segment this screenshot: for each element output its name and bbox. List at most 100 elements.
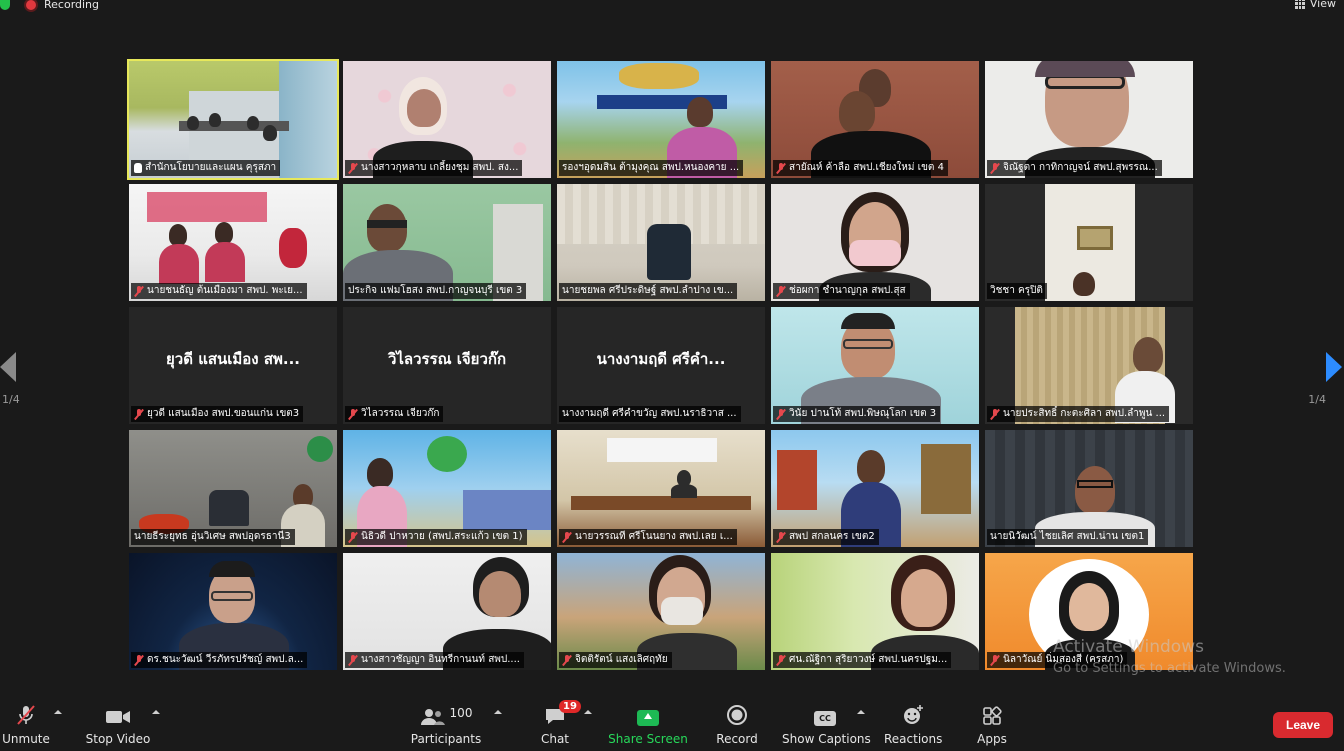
share-screen-button[interactable]: Share Screen (608, 696, 688, 751)
record-icon (727, 705, 747, 725)
microphone-muted-icon (990, 654, 1000, 666)
video-options-chevron-icon[interactable] (152, 710, 160, 714)
participant-nameplate: จิตติรัตน์ แสงเลิศฤทัย (559, 652, 672, 668)
participant-tile[interactable]: นายวรรณที ศรีโนนยาง สพป.เลย เ... (557, 430, 765, 547)
participant-nameplate: สำนักนโยบายและแผน คุรุสภา (131, 160, 281, 176)
participant-tile[interactable]: วินัย ปานโท้ สพป.พิษณุโลก เขต 3 (771, 307, 979, 424)
stop-video-button[interactable]: Stop Video (80, 696, 156, 751)
captions-options-chevron-icon[interactable] (857, 710, 865, 714)
reactions-button[interactable]: Reactions (884, 696, 942, 751)
participant-tile[interactable]: นายประสิทธิ์ กะตะศิลา สพป.ลำพูน ... (985, 307, 1193, 424)
participant-nameplate: วิชชา ครุปิติ (987, 283, 1047, 299)
show-captions-button[interactable]: CC Show Captions (782, 696, 871, 751)
chat-unread-badge: 19 (559, 700, 581, 713)
participant-tile[interactable]: ศน.ณัฐิกา สุริยาวงษ์ สพป.นครปฐม... (771, 553, 979, 670)
page-indicator-left: 1/4 (2, 393, 20, 406)
recording-label: Recording (44, 0, 100, 11)
participant-nameplate: นางสาวกุหลาบ เกลี้ยงชุม สพป. สง... (345, 160, 523, 176)
participant-tile[interactable]: วิชชา ครุปิติ (985, 184, 1193, 301)
participant-tile[interactable]: ช่อผกา ชำนาญกุล สพป.สุส (771, 184, 979, 301)
participant-tile[interactable]: นายนิวัฒน์ ไชยเลิศ สพป.น่าน เขต1 (985, 430, 1193, 547)
participant-nameplate: นายประสิทธิ์ กะตะศิลา สพป.ลำพูน ... (987, 406, 1170, 422)
security-shield-icon[interactable] (0, 0, 10, 10)
microphone-muted-icon (562, 654, 572, 666)
participant-nameplate: ประกิจ แฟมโฮสง สพป.กาญจนบุรี เขต 3 (345, 283, 527, 299)
participant-display-name: ยุวดี แสนเมือง สพ... (166, 350, 300, 368)
participant-tile[interactable]: ดร.ชนะวัฒน์ วีรภัทรปรัชญ์ สพป.ล... (129, 553, 337, 670)
participant-nameplate: ยุวดี แสนเมือง สพป.ขอนแก่น เขต3 (131, 406, 304, 422)
view-label: View (1309, 0, 1336, 10)
microphone-muted-icon (134, 654, 144, 666)
record-button[interactable]: Record (712, 696, 762, 751)
previous-page-arrow-icon[interactable] (0, 352, 16, 382)
participant-nameplate: นายวรรณที ศรีโนนยาง สพป.เลย เ... (559, 529, 737, 545)
participant-nameplate: ศน.ณัฐิกา สุริยาวงษ์ สพป.นครปฐม... (773, 652, 952, 668)
apps-button[interactable]: Apps (970, 696, 1014, 751)
microphone-muted-icon (348, 654, 358, 666)
participant-tile[interactable]: สายัณห์ ค้าลือ สพป.เชียงใหม่ เขต 4 (771, 61, 979, 178)
recording-indicator-icon (26, 0, 36, 10)
participant-nameplate: วิไลวรรณ เจียวก๊ก (345, 406, 444, 422)
meeting-controls-toolbar: Unmute Stop Video 100 Participants 19 Ch… (0, 696, 1344, 751)
activate-windows-watermark: Activate Windows (1053, 637, 1204, 657)
chat-button[interactable]: 19 Chat (530, 696, 581, 751)
view-button[interactable]: View (1294, 0, 1336, 10)
closed-captions-icon: CC (814, 711, 836, 726)
participant-nameplate: วินัย ปานโท้ สพป.พิษณุโลก เขต 3 (773, 406, 941, 422)
participant-tile[interactable]: นิธิวดี ปาหวาย (สพป.สระแก้ว เขต 1) (343, 430, 551, 547)
microphone-muted-icon (348, 408, 358, 420)
microphone-muted-icon (348, 162, 358, 174)
microphone-muted-icon (990, 408, 1000, 420)
participant-tile[interactable]: นางสาวชัญญา อินทรีกานนท์ สพป.... (343, 553, 551, 670)
participant-nameplate: สพป สกลนคร เขต2 (773, 529, 879, 545)
participants-button[interactable]: 100 Participants (408, 696, 484, 751)
smiley-plus-icon (904, 705, 923, 724)
participant-tile[interactable]: สพป สกลนคร เขต2 (771, 430, 979, 547)
participant-nameplate: นายชยพล ศรีประดิษฐ์ สพป.ลำปาง เข... (559, 283, 738, 299)
raise-hand-icon (134, 163, 142, 173)
participant-nameplate: นายชนธัญ ต้นเมืองมา สพป. พะเย... (131, 283, 307, 299)
participant-nameplate: นายธีระยุทธ อุ่นวิเศษ สพปอุดรธานี3 (131, 529, 295, 545)
participant-nameplate: สายัณห์ ค้าลือ สพป.เชียงใหม่ เขต 4 (773, 160, 948, 176)
microphone-muted-icon (134, 408, 144, 420)
microphone-muted-icon (134, 285, 144, 297)
participant-tile[interactable]: นายชนธัญ ต้นเมืองมา สพป. พะเย... (129, 184, 337, 301)
participant-tile[interactable]: จิตติรัตน์ แสงเลิศฤทัย (557, 553, 765, 670)
leave-meeting-button[interactable]: Leave (1273, 712, 1333, 738)
participant-tile[interactable]: รองฯอุดมสิน ต้ามุงคุณ สพป.หนองคาย ... (557, 61, 765, 178)
participant-nameplate: นิธิวดี ปาหวาย (สพป.สระแก้ว เขต 1) (345, 529, 527, 545)
apps-icon (983, 706, 1002, 725)
next-page-arrow-icon[interactable] (1326, 352, 1342, 382)
participant-tile[interactable]: สำนักนโยบายและแผน คุรุสภา (127, 59, 339, 180)
participant-tile[interactable]: นายธีระยุทธ อุ่นวิเศษ สพปอุดรธานี3 (129, 430, 337, 547)
microphone-muted-icon (776, 654, 786, 666)
participant-nameplate: จิณัฐตา กาทิกาญจน์ สพป.สุพรรณ... (987, 160, 1162, 176)
participant-tile[interactable]: ยุวดี แสนเมือง สพ... ยุวดี แสนเมือง สพป.… (129, 307, 337, 424)
participants-options-chevron-icon[interactable] (494, 710, 502, 714)
participant-nameplate: ช่อผกา ชำนาญกุล สพป.สุส (773, 283, 910, 299)
participant-tile[interactable]: จิณัฐตา กาทิกาญจน์ สพป.สุพรรณ... (985, 61, 1193, 178)
microphone-muted-icon (562, 531, 572, 543)
unmute-button[interactable]: Unmute (0, 696, 52, 751)
participant-nameplate: นางงามฤดี ศรีคำขวัญ สพป.นราธิวาส ... (559, 406, 741, 422)
participant-nameplate: ดร.ชนะวัฒน์ วีรภัทรปรัชญ์ สพป.ล... (131, 652, 308, 668)
share-screen-icon (637, 710, 659, 726)
participants-count: 100 (449, 706, 473, 720)
page-indicator-right: 1/4 (1308, 393, 1326, 406)
audio-options-chevron-icon[interactable] (54, 710, 62, 714)
participant-tile[interactable]: ประกิจ แฟมโฮสง สพป.กาญจนบุรี เขต 3 (343, 184, 551, 301)
participant-tile[interactable]: นางงามฤดี ศรีคำ... นางงามฤดี ศรีคำขวัญ ส… (557, 307, 765, 424)
participant-display-name: วิไลวรรณ เจียวก๊ก (387, 350, 507, 368)
participant-nameplate: รองฯอุดมสิน ต้ามุงคุณ สพป.หนองคาย ... (559, 160, 744, 176)
participant-tile[interactable]: นางสาวกุหลาบ เกลี้ยงชุม สพป. สง... (343, 61, 551, 178)
participant-tile[interactable]: วิไลวรรณ เจียวก๊ก วิไลวรรณ เจียวก๊ก (343, 307, 551, 424)
chat-options-chevron-icon[interactable] (584, 710, 592, 714)
microphone-muted-icon (776, 531, 786, 543)
participant-nameplate: นางสาวชัญญา อินทรีกานนท์ สพป.... (345, 652, 524, 668)
participants-icon (420, 709, 445, 725)
activate-windows-hint: Go to Settings to activate Windows. (1053, 661, 1286, 676)
participant-nameplate: นายนิวัฒน์ ไชยเลิศ สพป.น่าน เขต1 (987, 529, 1149, 545)
participant-tile[interactable]: นายชยพล ศรีประดิษฐ์ สพป.ลำปาง เข... (557, 184, 765, 301)
microphone-muted-icon (348, 531, 358, 543)
microphone-muted-icon (990, 162, 1000, 174)
